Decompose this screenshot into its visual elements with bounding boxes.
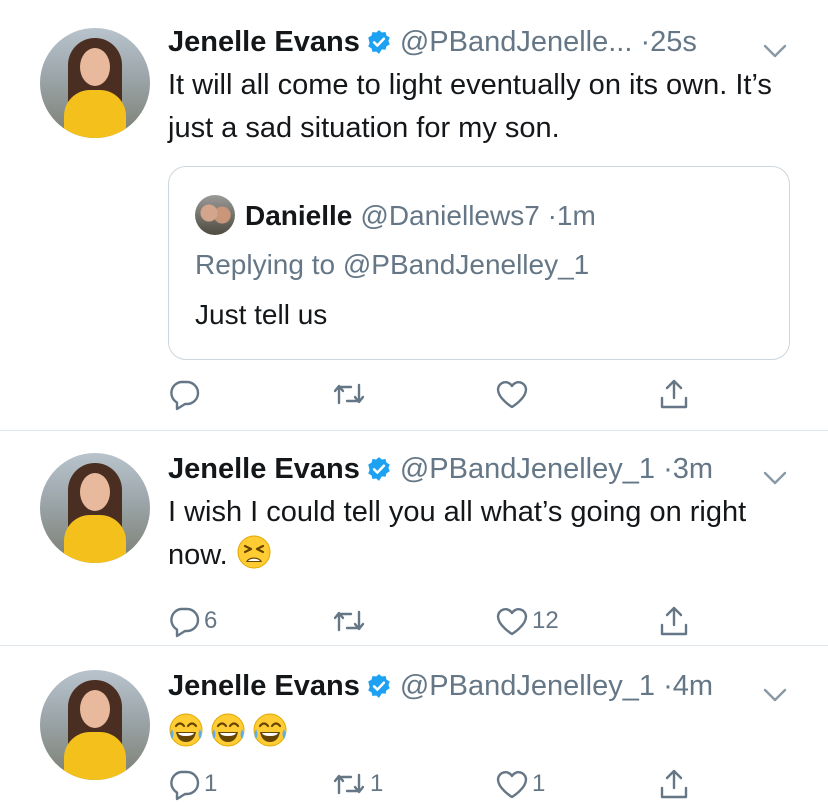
quoted-tweet[interactable]: Danielle @Daniellews7 ·1m Replying to @PB… (168, 166, 790, 360)
author-handle[interactable]: @PBandJenelley_1 (400, 453, 655, 485)
timestamp[interactable]: 3m (673, 453, 713, 485)
separator-dot: · (663, 453, 673, 485)
separator-dot: · (640, 26, 651, 58)
retweet-count: 1 (370, 770, 384, 797)
tears-of-joy-emoji-icon (252, 712, 288, 761)
like-button[interactable]: 12 (494, 601, 559, 641)
replying-to-handle: @PBandJenelley_1 (342, 249, 590, 280)
separator-dot: · (547, 200, 557, 231)
share-upload-icon (656, 766, 692, 802)
retweet-icon (330, 766, 368, 802)
like-button[interactable] (494, 374, 532, 414)
reply-button[interactable]: 1 (166, 764, 217, 804)
author-name[interactable]: Jenelle Evans (168, 670, 360, 702)
verified-badge-icon (366, 670, 392, 710)
tweet-text-container: I wish I could tell you all what’s going… (168, 491, 788, 583)
reply-button[interactable] (166, 374, 204, 414)
tired-face-emoji-icon (236, 534, 272, 583)
author-name[interactable]: Jenelle Evans (168, 453, 360, 485)
avatar[interactable] (40, 28, 150, 138)
share-button[interactable] (656, 601, 692, 641)
like-count: 1 (532, 770, 546, 797)
tweet[interactable]: Jenelle Evans @PBandJenelley_1 ·4m 1 1 1 (0, 646, 828, 805)
avatar (195, 195, 235, 235)
chevron-down-icon[interactable] (762, 676, 788, 716)
retweet-button[interactable] (330, 601, 370, 641)
share-button[interactable] (656, 374, 692, 414)
reply-bubble-icon (166, 376, 202, 412)
chevron-down-icon[interactable] (762, 32, 788, 72)
like-button[interactable]: 1 (494, 764, 545, 804)
author-handle[interactable]: @PBandJenelle... (400, 26, 633, 58)
tweet-actions (168, 374, 788, 414)
replying-to-label: Replying to (195, 249, 336, 280)
tweet-header: Jenelle Evans @PBandJenelley_1 ·3m (168, 449, 788, 489)
quoted-timestamp: 1m (556, 200, 596, 231)
quoted-tweet-header: Danielle @Daniellews7 ·1m (195, 195, 596, 236)
tweet-emojis (168, 712, 788, 761)
reply-count: 6 (204, 607, 218, 634)
share-button[interactable] (656, 764, 692, 804)
share-upload-icon (656, 376, 692, 412)
retweet-button[interactable] (330, 374, 370, 414)
share-upload-icon (656, 603, 692, 639)
tweet[interactable]: Jenelle Evans @PBandJenelle... ·25s It wi… (0, 0, 828, 431)
tweet-header: Jenelle Evans @PBandJenelle... ·25s (168, 22, 788, 62)
separator-dot: · (663, 670, 673, 702)
timestamp[interactable]: 25s (650, 26, 697, 58)
heart-icon (494, 376, 530, 412)
quoted-author-name: Danielle (245, 200, 353, 231)
avatar[interactable] (40, 670, 150, 780)
author-name[interactable]: Jenelle Evans (168, 26, 360, 58)
heart-icon (494, 603, 530, 639)
heart-icon (494, 766, 530, 802)
reply-button[interactable]: 6 (166, 601, 217, 641)
timestamp[interactable]: 4m (673, 670, 713, 702)
tears-of-joy-emoji-icon (210, 712, 246, 761)
reply-count: 1 (204, 770, 218, 797)
tweet[interactable]: Jenelle Evans @PBandJenelley_1 ·3m I wish… (0, 431, 828, 646)
quoted-author-handle: @Daniellews7 (360, 200, 540, 231)
tweet-actions: 1 1 1 (168, 764, 788, 804)
retweet-button[interactable]: 1 (330, 764, 383, 804)
tweet-header: Jenelle Evans @PBandJenelley_1 ·4m (168, 666, 788, 706)
reply-bubble-icon (166, 603, 202, 639)
tweet-actions: 6 12 (168, 601, 788, 641)
quoted-tweet-text: Just tell us (195, 299, 328, 330)
tweet-text: It will all come to light eventually on … (168, 69, 772, 144)
like-count: 12 (532, 607, 559, 634)
verified-badge-icon (366, 453, 392, 493)
tweet-body: Jenelle Evans @PBandJenelley_1 ·3m I wish… (168, 449, 788, 638)
tweet-body: Jenelle Evans @PBandJenelle... ·25s It wi… (168, 22, 790, 411)
replying-to-line: Replying to @PBandJenelley_1 (195, 249, 589, 281)
verified-badge-icon (366, 26, 392, 66)
retweet-icon (330, 376, 368, 412)
avatar[interactable] (40, 453, 150, 563)
chevron-down-icon[interactable] (762, 459, 788, 499)
reply-bubble-icon (166, 766, 202, 802)
author-handle[interactable]: @PBandJenelley_1 (400, 670, 655, 702)
tears-of-joy-emoji-icon (168, 712, 204, 761)
tweet-body: Jenelle Evans @PBandJenelley_1 ·4m 1 1 1 (168, 666, 788, 801)
retweet-icon (330, 603, 368, 639)
